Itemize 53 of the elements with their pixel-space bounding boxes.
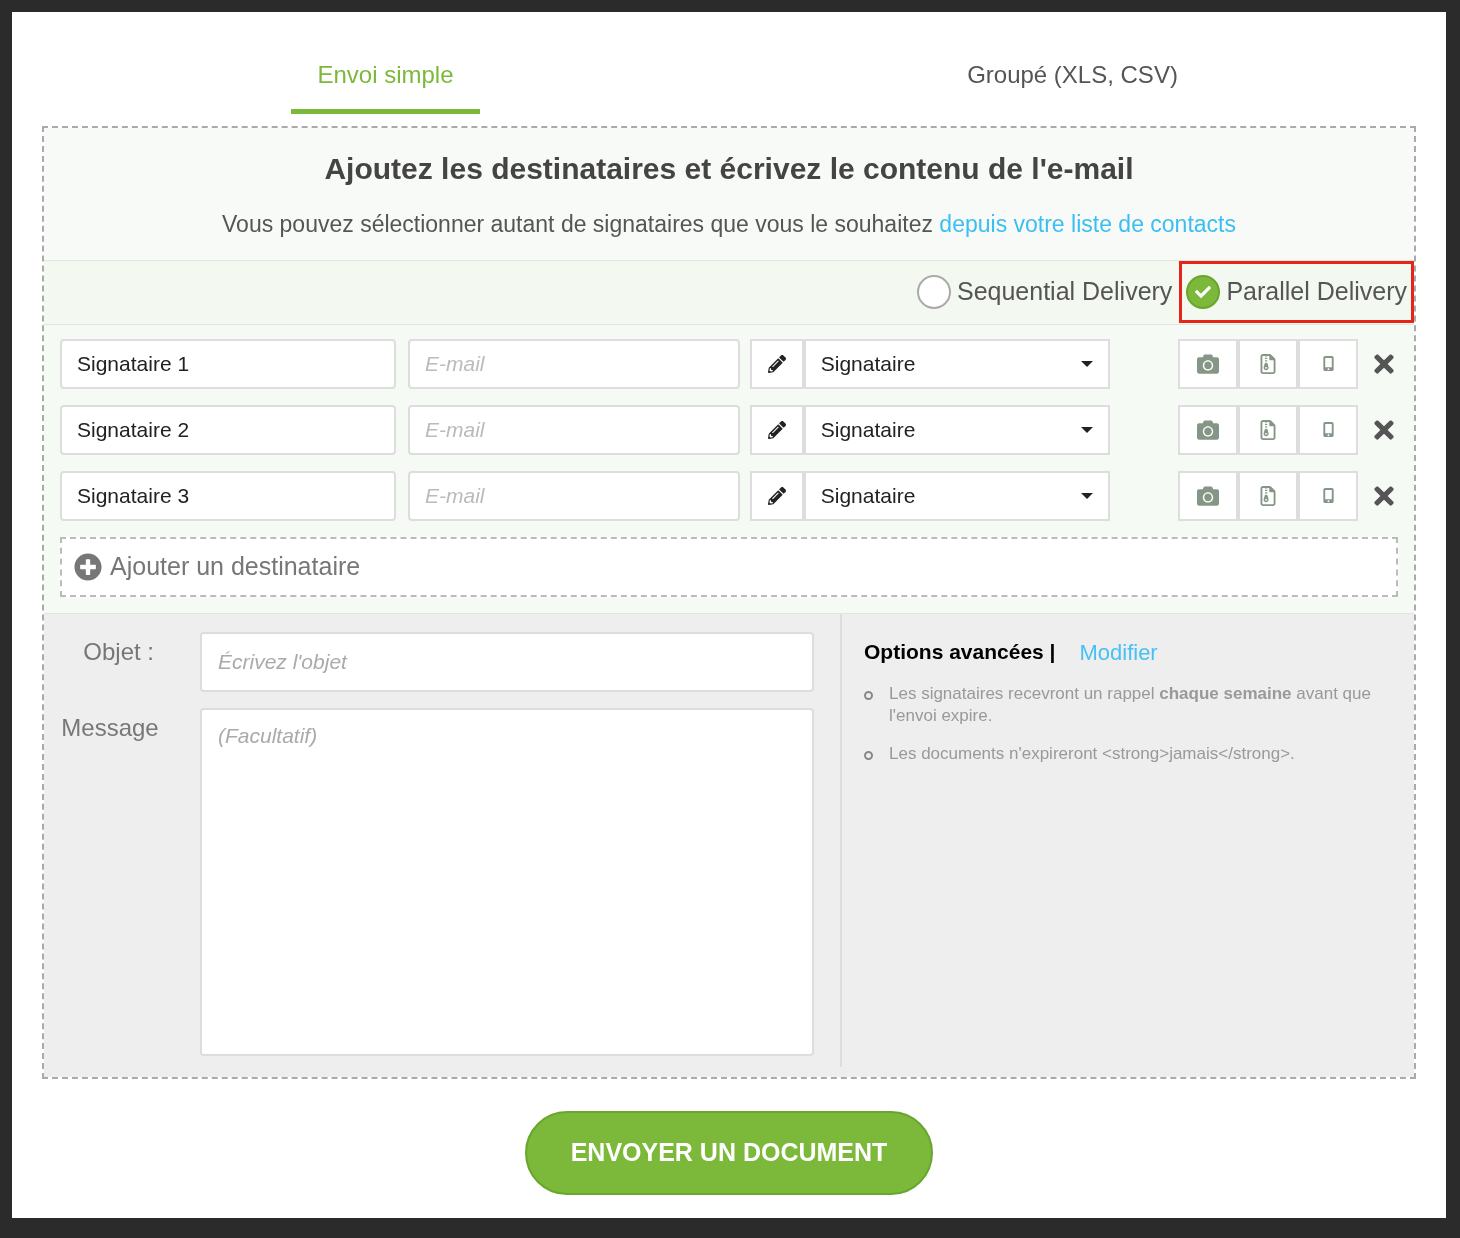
delivery-radio[interactable]: Parallel Delivery [1179, 261, 1414, 323]
email-field[interactable]: E-mail [408, 470, 741, 521]
camera-icon [1197, 484, 1219, 507]
subtitle-text: Vous pouvez sélectionner autant de signataires que vous le souhaitez depuis votre liste de contacts [222, 210, 1236, 239]
pencil-icon [767, 354, 786, 373]
camera-icon [1197, 352, 1219, 375]
delivery-radio[interactable]: Sequential Delivery [909, 261, 1180, 323]
phone-icon [1320, 356, 1336, 371]
camera-button[interactable] [1178, 338, 1238, 389]
caret-icon [1081, 360, 1093, 367]
zip-file-icon [1258, 419, 1278, 440]
role-dropdown[interactable]: Signataire [803, 338, 1110, 389]
zip-file-icon [1258, 353, 1278, 374]
mobile-button[interactable] [1298, 470, 1358, 521]
message-label: Message [60, 712, 160, 743]
edit-button[interactable] [750, 338, 804, 389]
zip-file-icon [1258, 485, 1278, 506]
camera-button[interactable] [1178, 404, 1238, 455]
bullet-icon [864, 750, 873, 760]
bullet-icon [864, 690, 873, 700]
pencil-icon [767, 420, 786, 439]
camera-icon [1197, 418, 1219, 441]
section-heading: Ajoutez les destinataires et écrivez le contenu de l'e-mail [324, 151, 1134, 187]
name-field[interactable]: Signataire 1 [60, 338, 397, 389]
caret-icon [1081, 426, 1093, 433]
zip-file-button[interactable] [1238, 404, 1298, 455]
check-icon [1186, 275, 1221, 309]
mobile-button[interactable] [1298, 404, 1358, 455]
edit-button[interactable] [750, 470, 804, 521]
plus-icon [74, 552, 102, 581]
option-text: Les signataires recevront un rappel chaque semaine avant que l'envoi expire. [889, 682, 1372, 727]
add-recipient-button[interactable]: Ajouter un destinataire [60, 536, 1398, 597]
subject-label: Objet : [82, 636, 155, 667]
email-field[interactable]: E-mail [408, 338, 741, 389]
zip-file-button[interactable] [1238, 338, 1298, 389]
subject-field[interactable]: Écrivez l'objet [200, 631, 814, 692]
message-field[interactable]: (Facultatif) [200, 707, 814, 1056]
tab[interactable]: Groupé (XLS, CSV) [941, 57, 1204, 114]
pencil-icon [767, 486, 786, 505]
phone-icon [1320, 488, 1336, 503]
caret-icon [1081, 492, 1093, 499]
name-field[interactable]: Signataire 3 [60, 470, 397, 521]
role-dropdown[interactable]: Signataire [803, 404, 1110, 455]
options-title: Options avancées | [864, 639, 1056, 666]
zip-file-button[interactable] [1238, 470, 1298, 521]
camera-button[interactable] [1178, 470, 1238, 521]
option-text: Les documents n'expireront <strong>jamais</strong>. [889, 742, 1295, 765]
name-field[interactable]: Signataire 2 [60, 404, 397, 455]
mobile-button[interactable] [1298, 338, 1358, 389]
role-dropdown[interactable]: Signataire [803, 470, 1110, 521]
email-field[interactable]: E-mail [408, 404, 741, 455]
phone-icon [1320, 422, 1336, 437]
edit-button[interactable] [750, 404, 804, 455]
